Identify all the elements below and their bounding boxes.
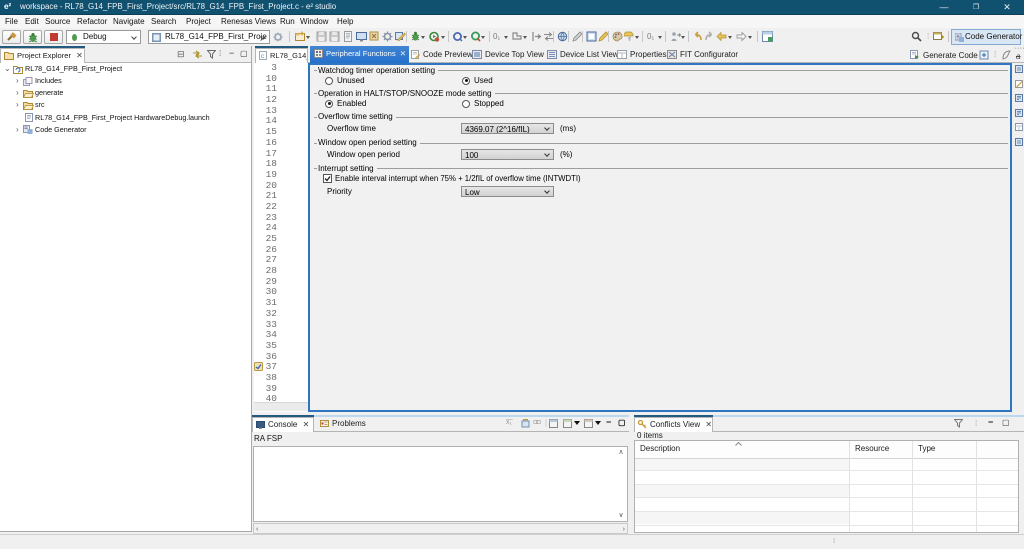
- svg-text:0₁: 0₁: [647, 32, 654, 41]
- svg-text:0₁: 0₁: [493, 32, 500, 41]
- svg-text:c: c: [261, 54, 264, 60]
